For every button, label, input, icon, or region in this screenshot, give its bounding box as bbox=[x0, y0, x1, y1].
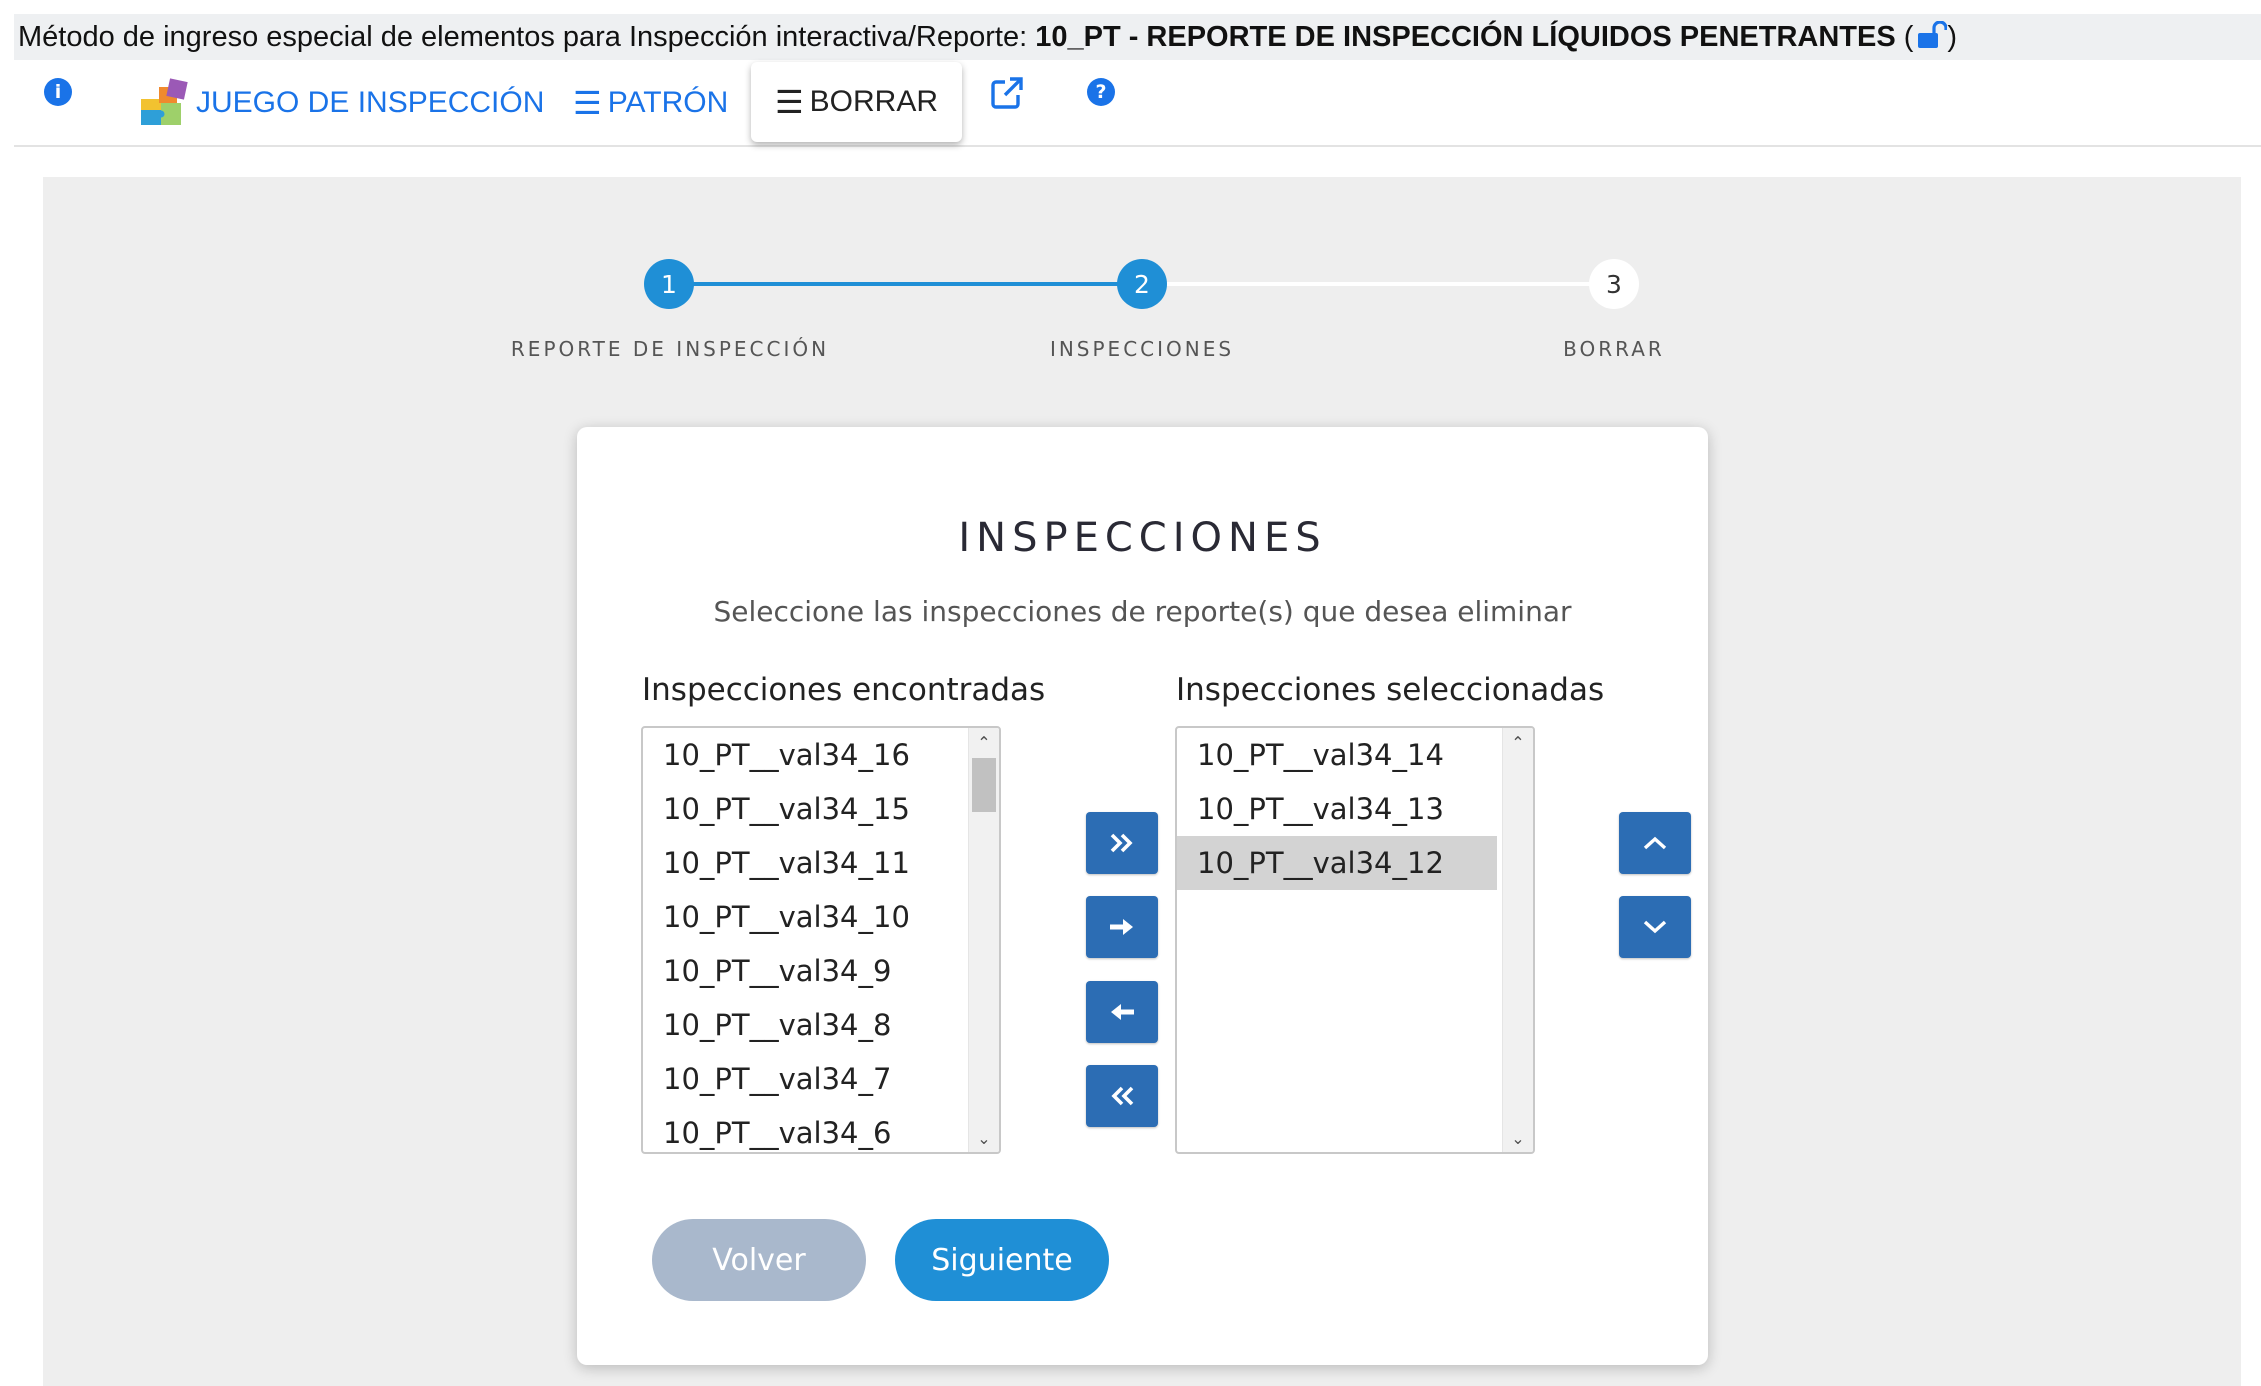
report-name: 10_PT - REPORTE DE INSPECCIÓN LÍQUIDOS P… bbox=[1035, 21, 1896, 53]
info-icon: i bbox=[44, 78, 72, 106]
list-item[interactable]: 10_PT__val34_16 bbox=[643, 728, 963, 782]
window-title: Método de ingreso especial de elementos … bbox=[14, 14, 2261, 60]
title-paren-open: ( bbox=[1895, 21, 1914, 53]
patron-label: PATRÓN bbox=[607, 86, 729, 119]
chevron-down-icon bbox=[1642, 918, 1668, 936]
move-all-right-button[interactable] bbox=[1086, 812, 1158, 874]
list-item[interactable]: 10_PT__val34_13 bbox=[1177, 782, 1497, 836]
step-1-dot: 1 bbox=[644, 259, 694, 309]
found-list-label: Inspecciones encontradas bbox=[642, 672, 1046, 708]
move-all-left-button[interactable] bbox=[1086, 1065, 1158, 1127]
step-3-label: BORRAR bbox=[1563, 337, 1665, 361]
stepper-line-done bbox=[670, 282, 1142, 286]
help-button[interactable]: ? bbox=[1087, 78, 1115, 106]
list-item[interactable]: 10_PT__val34_15 bbox=[643, 782, 963, 836]
card-subtitle: Seleccione las inspecciones de reporte(s… bbox=[713, 595, 1572, 628]
info-button[interactable]: i bbox=[44, 78, 72, 106]
chevron-down-icon[interactable]: ⌄ bbox=[1503, 1126, 1533, 1150]
list-item[interactable]: 10_PT__val34_14 bbox=[1177, 728, 1497, 782]
toolbar: i JUEGO DE INSPECCIÓN ☰ PATRÓN ☰ BORRAR bbox=[14, 60, 2261, 147]
back-button[interactable]: Volver bbox=[652, 1219, 866, 1301]
title-paren-close: ) bbox=[1947, 21, 1958, 53]
step-1-label: REPORTE DE INSPECCIÓN bbox=[510, 337, 830, 361]
patron-button[interactable]: ☰ PATRÓN bbox=[573, 68, 728, 138]
move-left-button[interactable] bbox=[1086, 981, 1158, 1043]
stepper-line-todo bbox=[1142, 282, 1615, 286]
help-icon: ? bbox=[1087, 78, 1115, 106]
hamburger-icon: ☰ bbox=[573, 85, 602, 121]
external-link-button[interactable] bbox=[990, 76, 1024, 110]
list-item[interactable]: 10_PT__val34_9 bbox=[643, 944, 963, 998]
step-2-label: INSPECCIONES bbox=[1049, 337, 1235, 361]
list-item[interactable]: 10_PT__val34_10 bbox=[643, 890, 963, 944]
selected-scrollbar[interactable]: ⌃ ⌄ bbox=[1502, 728, 1533, 1152]
main-content: 1 2 3 REPORTE DE INSPECCIÓN INSPECCIONES… bbox=[43, 177, 2241, 1386]
chevron-up-icon bbox=[1642, 834, 1668, 852]
step-3-dot: 3 bbox=[1589, 259, 1639, 309]
unlock-icon[interactable] bbox=[1917, 17, 1949, 63]
card-title: INSPECCIONES bbox=[958, 515, 1327, 561]
move-right-button[interactable] bbox=[1086, 896, 1158, 958]
move-up-button[interactable] bbox=[1619, 812, 1691, 874]
juego-de-inspeccion-button[interactable]: JUEGO DE INSPECCIÓN bbox=[138, 68, 544, 138]
double-chevron-right-icon bbox=[1109, 832, 1135, 854]
next-button[interactable]: Siguiente bbox=[895, 1219, 1109, 1301]
chevron-up-icon[interactable]: ⌃ bbox=[969, 730, 999, 754]
scroll-thumb[interactable] bbox=[972, 758, 996, 812]
list-item[interactable]: 10_PT__val34_8 bbox=[643, 998, 963, 1052]
borrar-label: BORRAR bbox=[809, 85, 939, 118]
inspecciones-card: INSPECCIONES Seleccione las inspecciones… bbox=[577, 427, 1708, 1365]
chevron-up-icon[interactable]: ⌃ bbox=[1503, 730, 1533, 754]
puzzle-icon bbox=[138, 77, 190, 129]
title-prefix: Método de ingreso especial de elementos … bbox=[18, 21, 1036, 53]
arrow-right-icon bbox=[1108, 916, 1136, 938]
list-item[interactable]: 10_PT__val34_11 bbox=[643, 836, 963, 890]
step-2-dot: 2 bbox=[1117, 259, 1167, 309]
list-item[interactable]: 10_PT__val34_6 bbox=[643, 1106, 963, 1152]
selected-list-label: Inspecciones seleccionadas bbox=[1176, 672, 1605, 708]
move-down-button[interactable] bbox=[1619, 896, 1691, 958]
juego-label: JUEGO DE INSPECCIÓN bbox=[196, 86, 545, 119]
list-item[interactable]: 10_PT__val34_7 bbox=[643, 1052, 963, 1106]
chevron-down-icon[interactable]: ⌄ bbox=[969, 1126, 999, 1150]
hamburger-icon: ☰ bbox=[774, 84, 804, 120]
list-item[interactable]: 10_PT__val34_12 bbox=[1177, 836, 1497, 890]
found-listbox[interactable]: 10_PT__val34_16 10_PT__val34_15 10_PT__val… bbox=[641, 726, 1001, 1154]
external-link-icon bbox=[990, 76, 1024, 110]
double-chevron-left-icon bbox=[1109, 1085, 1135, 1107]
arrow-left-icon bbox=[1108, 1001, 1136, 1023]
selected-listbox[interactable]: 10_PT__val34_14 10_PT__val34_13 10_PT__val… bbox=[1175, 726, 1535, 1154]
found-scrollbar[interactable]: ⌃ ⌄ bbox=[968, 728, 999, 1152]
borrar-tab[interactable]: ☰ BORRAR bbox=[751, 62, 962, 142]
